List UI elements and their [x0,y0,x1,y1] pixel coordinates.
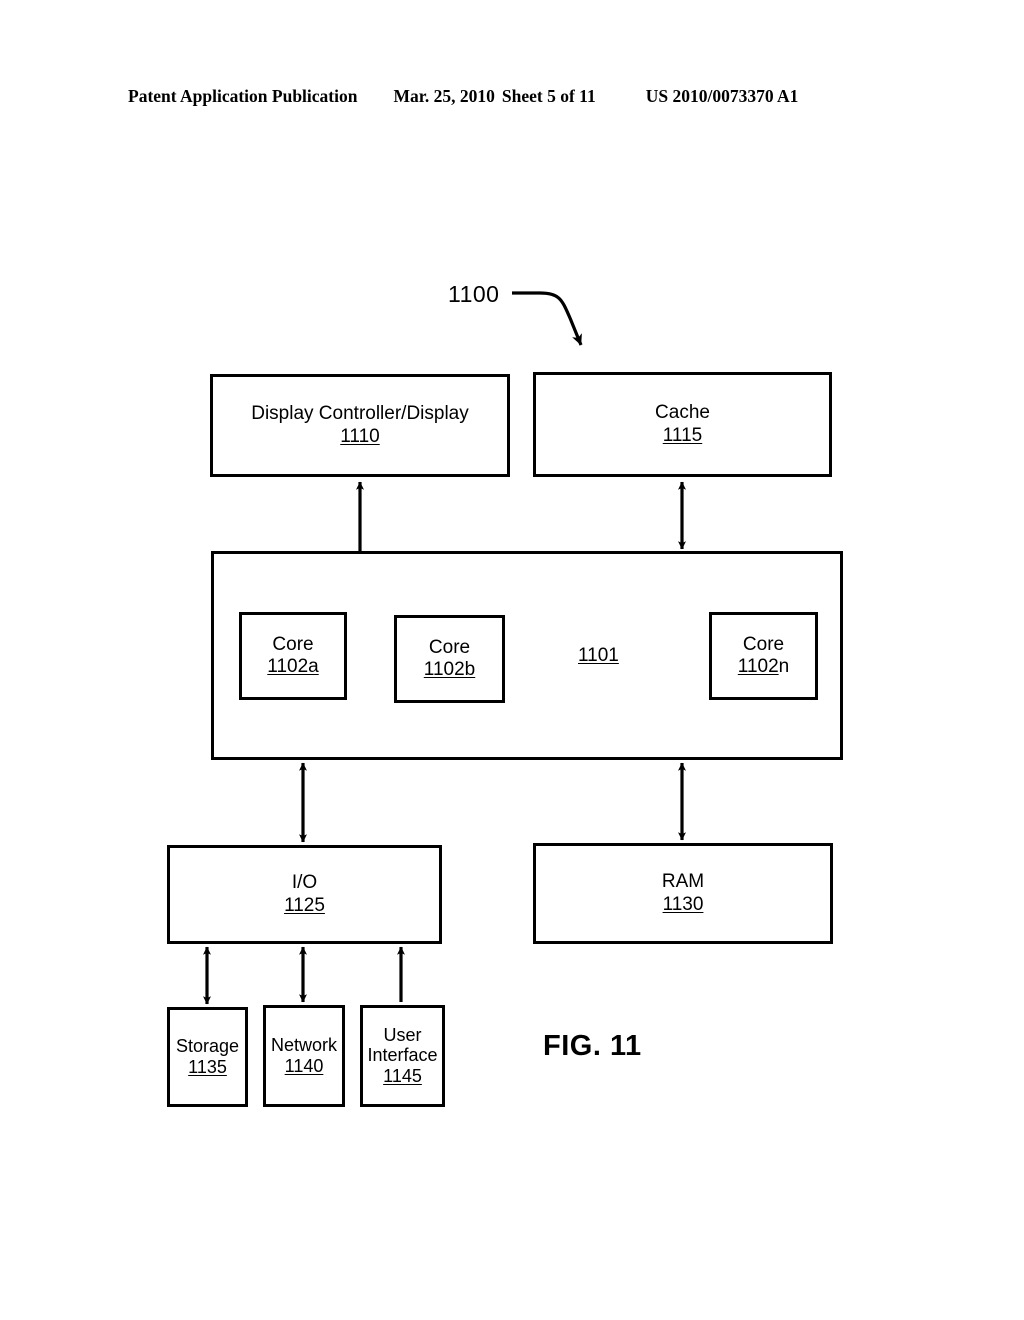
node-display-controller: Display Controller/Display 1110 [210,374,510,477]
node-user-interface-title: User Interface [367,1025,438,1066]
callout-1100-label: 1100 [448,281,500,307]
node-core-1102a-ref: 1102a [267,656,319,677]
node-storage: Storage 1135 [167,1007,248,1107]
node-cache-ref: 1115 [662,424,703,446]
node-io-ref: 1125 [284,894,325,916]
node-core-1102n-ref-number: 1102 [737,656,779,677]
node-core-1102a: Core 1102a [239,612,347,700]
node-core-1102a-title: Core [272,633,314,655]
node-ram-title: RAM [661,871,705,893]
node-core-1102n-title: Core [742,633,785,655]
node-storage-title: Storage [175,1035,240,1056]
node-core-1102n-ref: 1102n [738,656,789,678]
figure-label: FIG. 11 [543,1030,642,1062]
node-core-1102n-ref-suffix: n [778,656,790,677]
node-core-1102n: Core 1102n [709,612,818,700]
node-core-1102b-ref: 1102b [423,659,476,680]
node-core-1102b: Core 1102b [394,615,505,703]
node-io-title: I/O [291,872,318,894]
node-network-ref: 1140 [284,1056,324,1076]
node-user-interface: User Interface 1145 [360,1005,445,1107]
node-ram-ref: 1130 [662,893,704,915]
node-cache: Cache 1115 [533,372,832,477]
node-network: Network 1140 [263,1005,345,1107]
figure-11-diagram: 1100 Display Controller/Display 1110 Cac… [0,0,1024,1320]
node-storage-ref: 1135 [188,1057,227,1077]
node-display-controller-ref: 1110 [340,425,380,447]
node-network-title: Network [270,1034,337,1055]
node-ram: RAM 1130 [533,843,833,944]
node-processor-ref: 1101 [578,645,619,666]
node-core-1102b-title: Core [428,636,471,658]
node-display-controller-title: Display Controller/Display [251,403,469,425]
callout-1100-leader [512,291,583,346]
node-user-interface-ref: 1145 [383,1065,422,1086]
node-io: I/O 1125 [167,845,442,944]
node-cache-title: Cache [655,402,710,424]
